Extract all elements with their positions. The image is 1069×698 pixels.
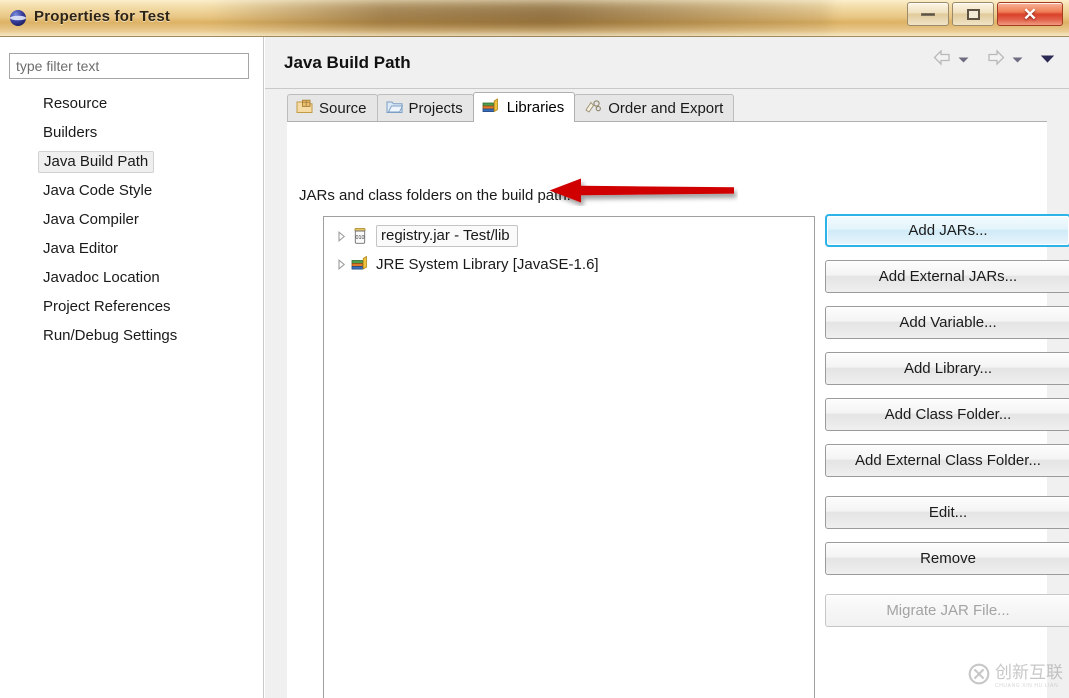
add-jars-button[interactable]: Add JARs... (825, 214, 1069, 247)
tab-order-and-export[interactable]: Order and Export (574, 94, 735, 122)
back-menu-chevron-down-icon[interactable] (958, 51, 969, 69)
tree-row[interactable]: 010 registry.jar - Test/lib (324, 222, 814, 250)
remove-button[interactable]: Remove (825, 542, 1069, 575)
projects-folder-icon (386, 99, 403, 118)
sidebar-item-label: Java Code Style (43, 182, 153, 199)
sidebar-item-label: Java Editor (43, 240, 119, 257)
settings-sidebar: Resource Builders Java Build Path Java C… (0, 37, 264, 698)
libraries-panel: JARs and class folders on the build path… (287, 122, 1069, 698)
back-arrow-icon[interactable] (932, 49, 952, 71)
sidebar-item-label: Javadoc Location (43, 269, 160, 286)
sidebar-item-label: Builders (43, 124, 98, 141)
build-path-tree[interactable]: 010 registry.jar - Test/lib JRE System L… (323, 216, 815, 698)
settings-nav-list: Resource Builders Java Build Path Java C… (0, 89, 264, 350)
forward-arrow-icon[interactable] (986, 49, 1006, 71)
tab-label: Libraries (506, 99, 565, 116)
dialog-body: Resource Builders Java Build Path Java C… (0, 37, 1069, 698)
add-external-jars-button[interactable]: Add External JARs... (825, 260, 1069, 293)
order-export-icon (583, 99, 602, 118)
tree-row[interactable]: JRE System Library [JavaSE-1.6] (324, 250, 814, 278)
add-library-button[interactable]: Add Library... (825, 352, 1069, 385)
close-button[interactable]: ✕ (997, 2, 1063, 26)
sidebar-item-label: Run/Debug Settings (43, 327, 178, 344)
sidebar-item-builders[interactable]: Builders (0, 118, 264, 147)
tree-item-label: registry.jar - Test/lib (376, 225, 518, 247)
circled-x-logo-icon (968, 663, 990, 690)
sidebar-item-label: Project References (43, 298, 171, 315)
view-menu-chevron-down-filled-icon[interactable] (1040, 51, 1055, 69)
panel-caption: JARs and class folders on the build path… (299, 187, 571, 204)
tab-libraries[interactable]: Libraries (472, 92, 576, 122)
tab-label: Order and Export (608, 100, 724, 117)
history-navigation (932, 49, 1055, 71)
expand-triangle-icon[interactable] (334, 258, 348, 270)
sidebar-item-java-editor[interactable]: Java Editor (0, 234, 264, 263)
source-folder-icon (296, 99, 313, 118)
maximize-icon (966, 8, 980, 20)
svg-text:010: 010 (356, 235, 365, 241)
edit-button[interactable]: Edit... (825, 496, 1069, 529)
build-path-tabs: Source Projects Libraries Order and Expo… (287, 92, 1047, 122)
titlebar-sheen (210, 0, 830, 30)
properties-dialog: Properties for Test ✕ Resource Builder (0, 0, 1069, 698)
window-titlebar: Properties for Test ✕ (0, 0, 1069, 37)
add-external-class-folder-button[interactable]: Add External Class Folder... (825, 444, 1069, 477)
sidebar-item-java-code-style[interactable]: Java Code Style (0, 176, 264, 205)
tree-item-label: JRE System Library [JavaSE-1.6] (376, 255, 599, 273)
libraries-action-buttons: Add JARs... Add External JARs... Add Var… (825, 214, 1069, 640)
sidebar-item-label: Java Build Path (38, 150, 155, 173)
sidebar-item-label: Resource (43, 95, 108, 112)
sidebar-item-project-references[interactable]: Project References (0, 292, 264, 321)
sidebar-item-java-compiler[interactable]: Java Compiler (0, 205, 264, 234)
tab-source[interactable]: Source (287, 94, 378, 122)
expand-triangle-icon[interactable] (334, 230, 348, 242)
minimize-icon (921, 12, 935, 16)
sidebar-item-java-build-path[interactable]: Java Build Path (0, 147, 264, 176)
sidebar-item-run-debug-settings[interactable]: Run/Debug Settings (0, 321, 264, 350)
tab-projects[interactable]: Projects (376, 94, 474, 122)
jre-library-icon (351, 255, 369, 273)
minimize-button[interactable] (907, 2, 949, 26)
page-title: Java Build Path (284, 53, 411, 72)
window-controls: ✕ (904, 2, 1063, 26)
window-title: Properties for Test (34, 8, 171, 25)
tab-label: Projects (408, 100, 463, 117)
add-class-folder-button[interactable]: Add Class Folder... (825, 398, 1069, 431)
watermark-cn-label: 创新互联 (995, 662, 1063, 683)
eclipse-sphere-icon (9, 9, 27, 27)
forward-menu-chevron-down-icon[interactable] (1012, 51, 1023, 69)
content-pane: Java Build Path Source Projects Librarie… (265, 37, 1069, 698)
content-header: Java Build Path (265, 37, 1069, 89)
filter-input[interactable] (9, 53, 249, 79)
close-icon: ✕ (1022, 4, 1038, 24)
maximize-button[interactable] (952, 2, 994, 26)
libraries-books-icon (482, 98, 501, 117)
jar-file-icon: 010 (351, 227, 369, 245)
sidebar-item-resource[interactable]: Resource (0, 89, 264, 118)
sidebar-item-label: Java Compiler (43, 211, 139, 228)
tab-label: Source (319, 100, 367, 117)
watermark: 创新互联 CHUANG XIN HU LIAN (968, 663, 1063, 690)
sidebar-item-javadoc-location[interactable]: Javadoc Location (0, 263, 264, 292)
watermark-text: 创新互联 CHUANG XIN HU LIAN (995, 662, 1063, 689)
watermark-en-label: CHUANG XIN HU LIAN (995, 682, 1059, 689)
add-variable-button[interactable]: Add Variable... (825, 306, 1069, 339)
migrate-jar-file-button: Migrate JAR File... (825, 594, 1069, 627)
